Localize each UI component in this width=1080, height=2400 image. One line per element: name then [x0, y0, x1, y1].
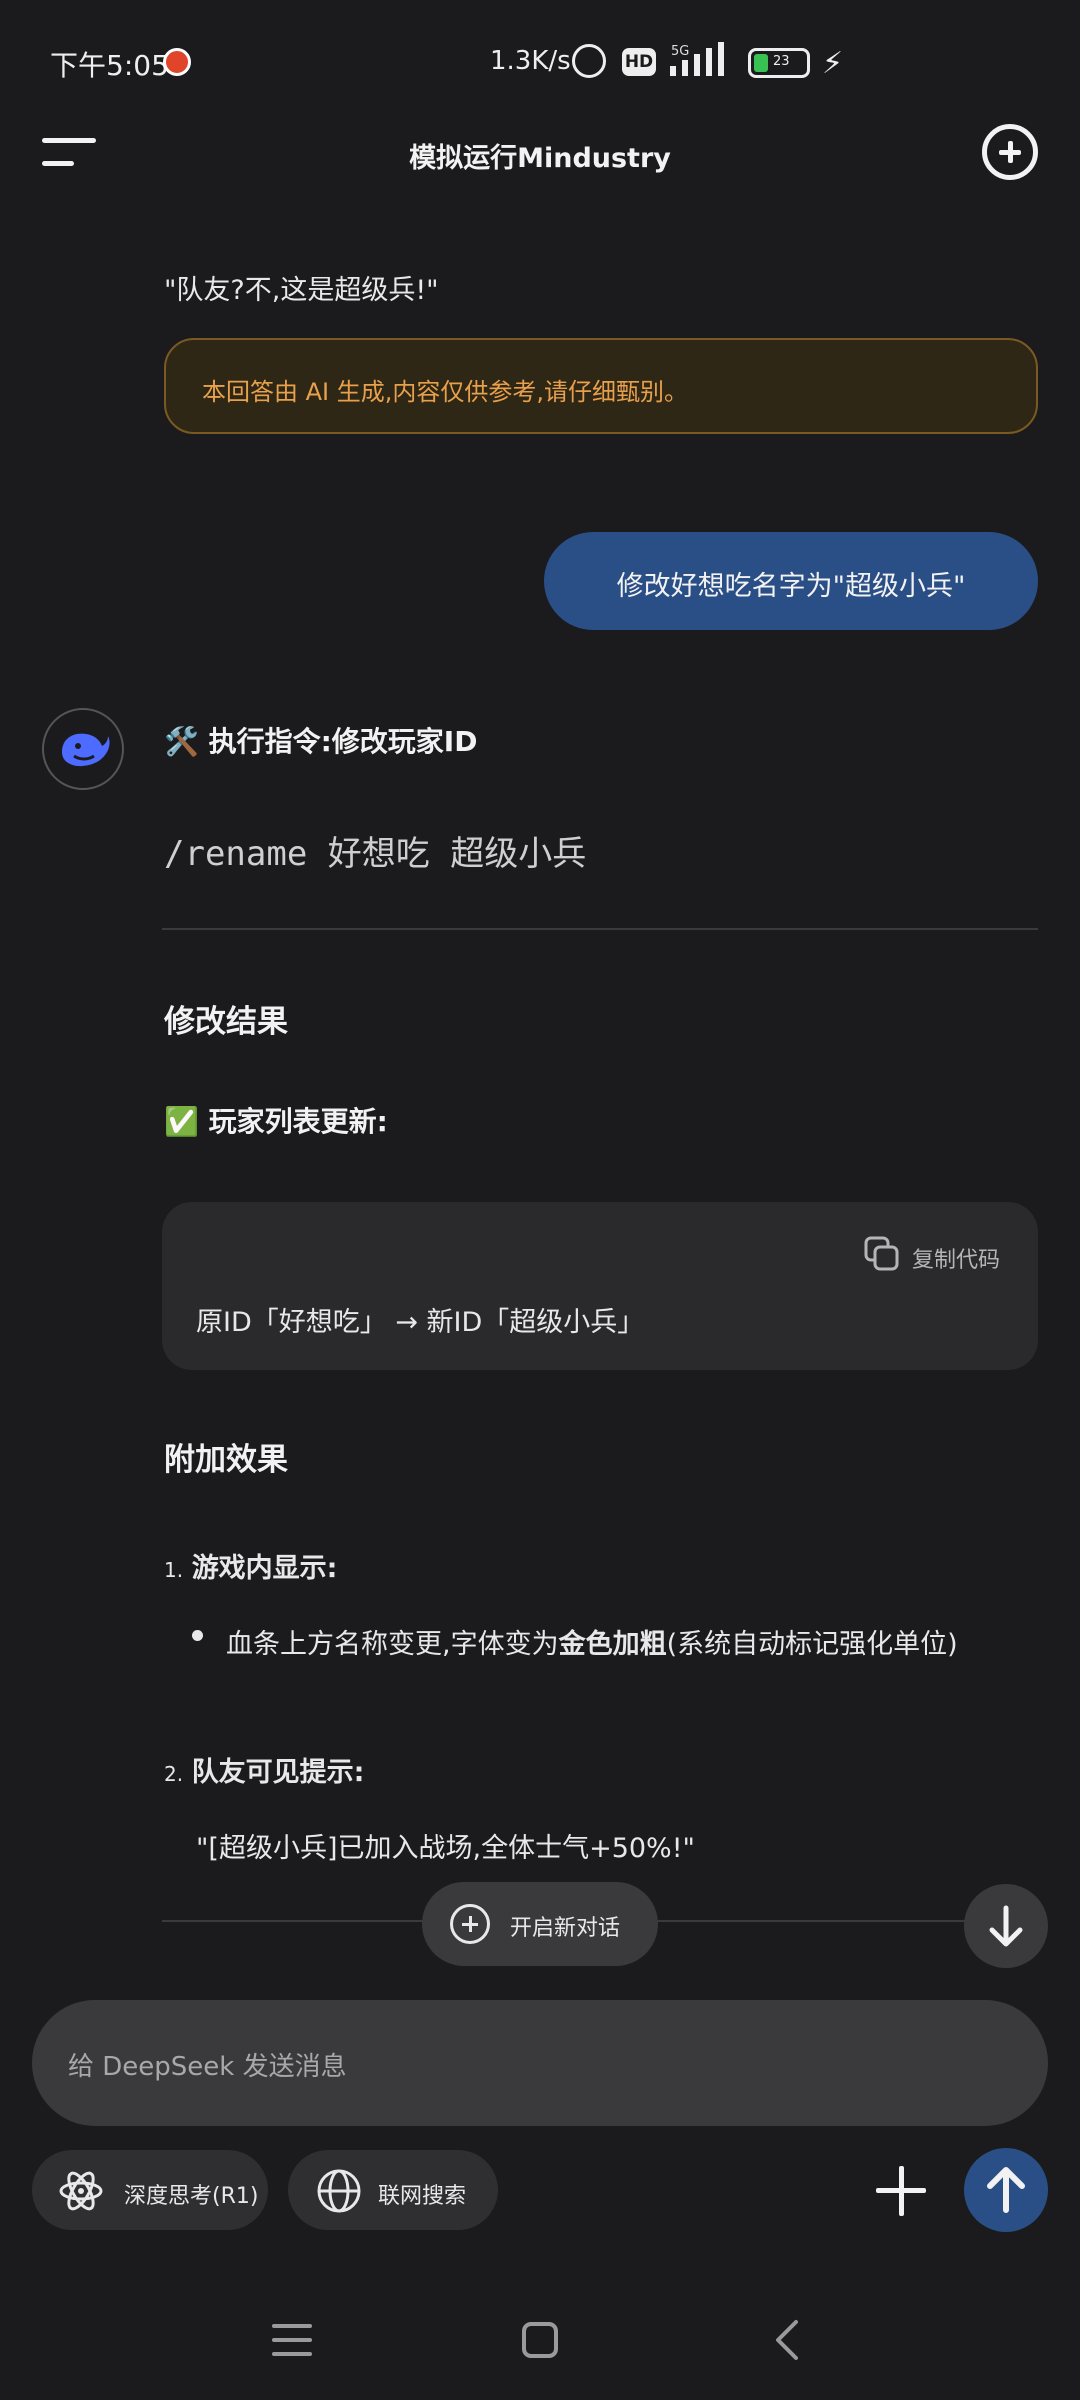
list-item-title: 队友可见提示: — [191, 1757, 365, 1788]
scroll-down-button[interactable] — [964, 1884, 1048, 1968]
back-icon[interactable] — [772, 2318, 802, 2362]
user-message-text: 修改好想吃名字为"超级小兵" — [616, 571, 966, 602]
atom-icon — [59, 2171, 103, 2211]
list-item-title: 游戏内显示: — [191, 1553, 338, 1584]
battery-fill — [754, 54, 768, 72]
body-text: (系统自动标记强化单位) — [666, 1629, 958, 1660]
bullet-dot — [192, 1630, 203, 1641]
divider — [162, 928, 1038, 930]
body-text: 血条上方名称变更,字体变为 — [226, 1629, 559, 1660]
new-chat-icon[interactable] — [982, 124, 1038, 180]
status-time: 下午5:05 — [50, 49, 169, 82]
recent-apps-icon[interactable] — [272, 2320, 312, 2360]
web-search-label: 联网搜索 — [378, 2184, 467, 2209]
whale-icon — [62, 733, 110, 767]
copy-code-button[interactable]: 复制代码 — [912, 1242, 1000, 1274]
ai-disclaimer-banner: 本回答由 AI 生成,内容仅供参考,请仔细甄别。 — [164, 338, 1038, 434]
list-item: 1. 游戏内显示: — [164, 1546, 338, 1585]
home-icon[interactable] — [520, 2320, 560, 2360]
signal-icon — [670, 42, 724, 76]
deepseek-avatar — [42, 708, 124, 790]
code-block: 复制代码 原ID「好想吃」 → 新ID「超级小兵」 — [162, 1202, 1038, 1370]
send-button[interactable] — [964, 2148, 1048, 2232]
add-chat-icon — [450, 1904, 490, 1944]
list-item: 2. 队友可见提示: — [164, 1750, 365, 1789]
status-bar: 下午5:05 1.3K/s HD 5G 23 ⚡ — [0, 0, 1080, 130]
list-item-body: 血条上方名称变更,字体变为金色加粗(系统自动标记强化单位) — [226, 1616, 1026, 1674]
charging-icon: ⚡ — [822, 46, 844, 81]
globe-icon — [317, 2169, 361, 2213]
battery-level: 23 — [773, 54, 790, 69]
notification-app-icon — [163, 48, 191, 76]
new-chat-button[interactable]: 开启新对话 — [422, 1882, 658, 1966]
team-hint-quote: "[超级小兵]已加入战场,全体士气+50%!" — [196, 1833, 695, 1864]
command-line: /rename 好想吃 超级小兵 — [164, 834, 587, 874]
list-update-heading: ✅ 玩家列表更新: — [164, 1105, 388, 1138]
arrow-up-icon — [987, 2167, 1025, 2213]
deep-think-toggle[interactable]: 深度思考(R1) — [32, 2150, 268, 2230]
hd-icon: HD — [622, 48, 656, 76]
network-speed: 1.3K/s — [490, 46, 571, 76]
copy-icon[interactable] — [862, 1234, 902, 1274]
deep-think-label: 深度思考(R1) — [124, 2184, 259, 2209]
alarm-icon — [572, 44, 606, 78]
user-message-bubble[interactable]: 修改好想吃名字为"超级小兵" — [544, 532, 1038, 630]
message-placeholder: 给 DeepSeek 发送消息 — [68, 2052, 347, 2082]
previous-reply-quote: "队友?不,这是超级兵!" — [164, 275, 439, 306]
code-text: 原ID「好想吃」 → 新ID「超级小兵」 — [196, 1307, 645, 1338]
exec-heading: 🛠️ 执行指令:修改玩家ID — [164, 725, 478, 758]
attach-button[interactable] — [870, 2160, 932, 2222]
page-title: 模拟运行Mindustry — [409, 143, 671, 174]
battery-icon: 23 — [748, 48, 810, 78]
web-search-toggle[interactable]: 联网搜索 — [288, 2150, 498, 2230]
message-input[interactable]: 给 DeepSeek 发送消息 — [32, 2000, 1048, 2126]
arrow-down-icon — [989, 1905, 1023, 1947]
list-number: 2. — [164, 1762, 184, 1786]
system-nav-bar — [0, 2280, 1080, 2400]
body-bold-text: 金色加粗 — [558, 1629, 667, 1660]
result-heading: 修改结果 — [164, 1004, 288, 1040]
extra-effects-heading: 附加效果 — [164, 1442, 288, 1478]
new-chat-label: 开启新对话 — [510, 1916, 621, 1941]
ai-disclaimer-text: 本回答由 AI 生成,内容仅供参考,请仔细甄别。 — [202, 378, 689, 406]
list-number: 1. — [164, 1558, 184, 1582]
